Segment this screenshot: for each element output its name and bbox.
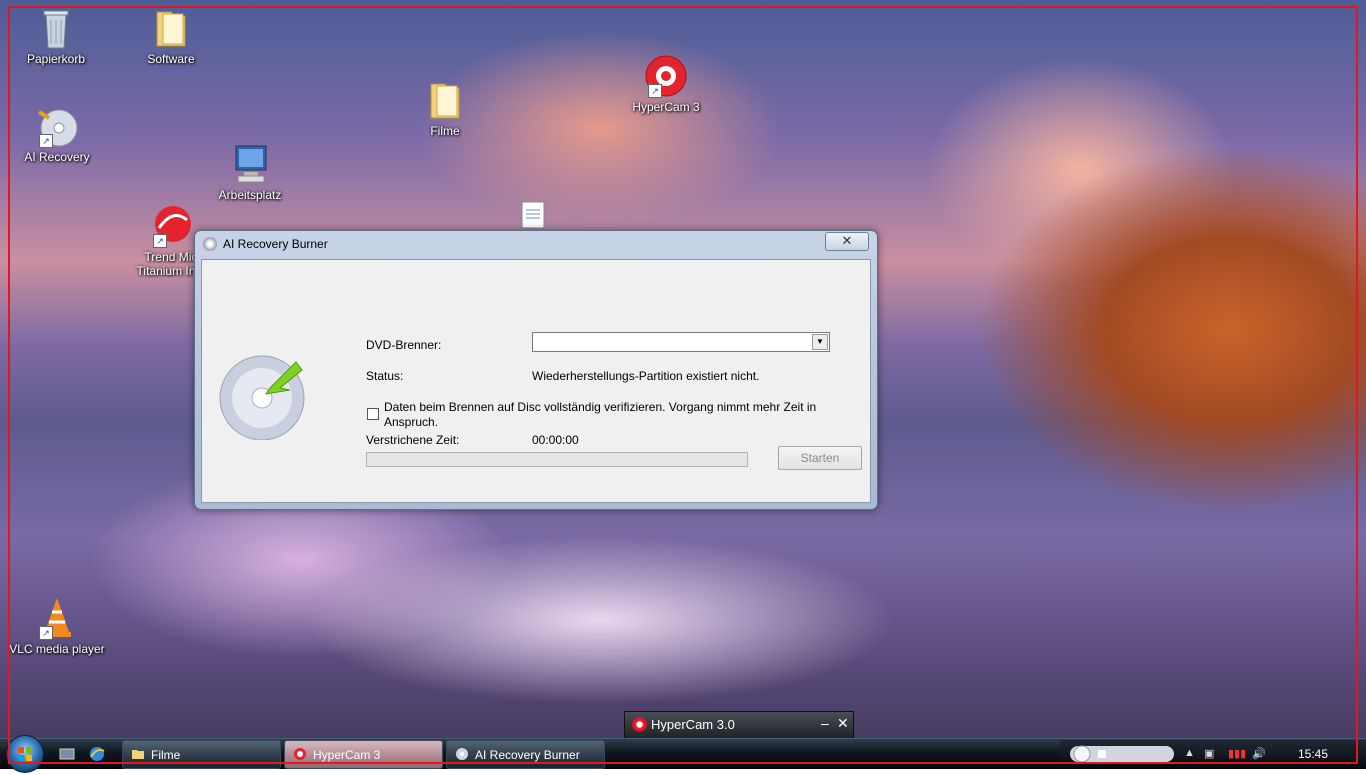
taskbar-button-label: HyperCam 3 [313, 748, 381, 762]
windows-logo-icon [18, 747, 32, 761]
desktop-icon-label: Arbeitsplatz [218, 188, 282, 202]
desktop-icon-recycle-bin[interactable]: Papierkorb [8, 6, 104, 66]
hypercam-icon: ↗ [642, 54, 690, 98]
hypercam-control-window[interactable]: HyperCam 3.0 – ✕ [624, 711, 854, 739]
speaker-icon[interactable]: 🔊 [1252, 747, 1266, 760]
desktop-icon-vlc[interactable]: ↗ VLC media player [9, 596, 105, 656]
taskbar-button-label: Filme [151, 748, 181, 762]
taskbar-button-label: AI Recovery Burner [475, 748, 580, 762]
dialog-body: DVD-Brenner: ▼ Status: Wiederherstellung… [201, 259, 871, 503]
desktop-icon-label: HyperCam 3 [632, 100, 700, 114]
elapsed-time-label: Verstrichene Zeit: [366, 433, 460, 447]
cd-disc-icon: ↗ [33, 104, 81, 148]
desktop-icon-hypercam[interactable]: ↗ HyperCam 3 [618, 54, 714, 114]
network-signal-icon[interactable]: ▮▮▮ [1228, 747, 1246, 760]
start-button[interactable] [6, 735, 44, 773]
taskbar: Filme HyperCam 3 AI Recovery Burner ▲ ▣ … [0, 735, 1366, 773]
desktop-icon-label: VLC media player [9, 642, 105, 656]
recycle-bin-icon [32, 6, 80, 50]
verify-checkbox[interactable] [367, 408, 379, 420]
shortcut-arrow-icon: ↗ [39, 134, 53, 148]
desktop-icon-label: Software [147, 52, 195, 66]
desktop-icon-ai-recovery[interactable]: ↗ AI Recovery [9, 104, 105, 164]
vlc-cone-icon: ↗ [33, 596, 81, 640]
desktop-icon-label: Filme [430, 124, 460, 138]
hypercam-title: HyperCam 3.0 [651, 717, 735, 732]
folder-icon [132, 750, 144, 759]
burn-progress-bar [366, 452, 748, 467]
trend-micro-icon: ↗ [147, 204, 195, 248]
document-icon [518, 200, 548, 230]
chevron-down-icon[interactable]: ▼ [812, 334, 828, 350]
folder-icon [147, 6, 195, 50]
desktop-icon-label: AI Recovery [24, 150, 90, 164]
cd-disc-icon [456, 748, 468, 760]
computer-icon [226, 142, 274, 186]
status-value: Wiederherstellungs-Partition existiert n… [532, 369, 760, 383]
desktop-icon-software[interactable]: Software [123, 6, 219, 66]
dialog-titlebar[interactable]: AI Recovery Burner ✕ [195, 231, 877, 257]
hypercam-icon [632, 717, 647, 732]
desktop-icon-document[interactable] [516, 200, 550, 232]
shortcut-arrow-icon: ↗ [153, 234, 167, 248]
dialog-title: AI Recovery Burner [223, 237, 328, 251]
desktop-icon-label: Papierkorb [26, 52, 86, 66]
close-button[interactable]: ✕ [837, 715, 849, 732]
dvd-burner-select[interactable]: ▼ [532, 332, 830, 352]
hypercam-icon [294, 748, 306, 760]
minimize-button[interactable]: – [821, 715, 829, 731]
chevron-up-icon[interactable]: ▲ [1184, 747, 1195, 759]
elapsed-time-value: 00:00:00 [532, 433, 579, 447]
taskbar-button-hypercam[interactable]: HyperCam 3 [284, 740, 443, 769]
dvd-burner-label: DVD-Brenner: [366, 338, 442, 352]
clock[interactable]: 15:45 [1298, 747, 1328, 761]
desktop-icon-filme[interactable]: Filme [397, 78, 493, 138]
disc-with-arrow-icon [219, 355, 305, 440]
dialog-close-button[interactable]: ✕ [825, 232, 869, 251]
show-desktop-icon[interactable] [58, 745, 76, 763]
app-disc-icon [203, 237, 217, 251]
taskbar-button-filme[interactable]: Filme [122, 740, 281, 769]
internet-explorer-icon[interactable] [88, 745, 106, 763]
folder-icon [421, 78, 469, 122]
status-label: Status: [366, 369, 404, 383]
desktop-icon-arbeitsplatz[interactable]: Arbeitsplatz [202, 142, 298, 202]
taskbar-button-ai-recovery-burner[interactable]: AI Recovery Burner [446, 740, 605, 769]
safely-remove-hardware-icon[interactable]: ▣ [1204, 747, 1214, 760]
shortcut-arrow-icon: ↗ [39, 626, 53, 640]
shortcut-arrow-icon: ↗ [648, 84, 662, 98]
ai-recovery-burner-dialog: AI Recovery Burner ✕ DVD-Brenner: ▼ Stat… [194, 230, 878, 510]
verify-label[interactable]: Daten beim Brennen auf Disc vollständig … [384, 400, 834, 430]
media-player-mini-icon[interactable] [1070, 744, 1174, 767]
start-button[interactable]: Starten [778, 446, 862, 470]
